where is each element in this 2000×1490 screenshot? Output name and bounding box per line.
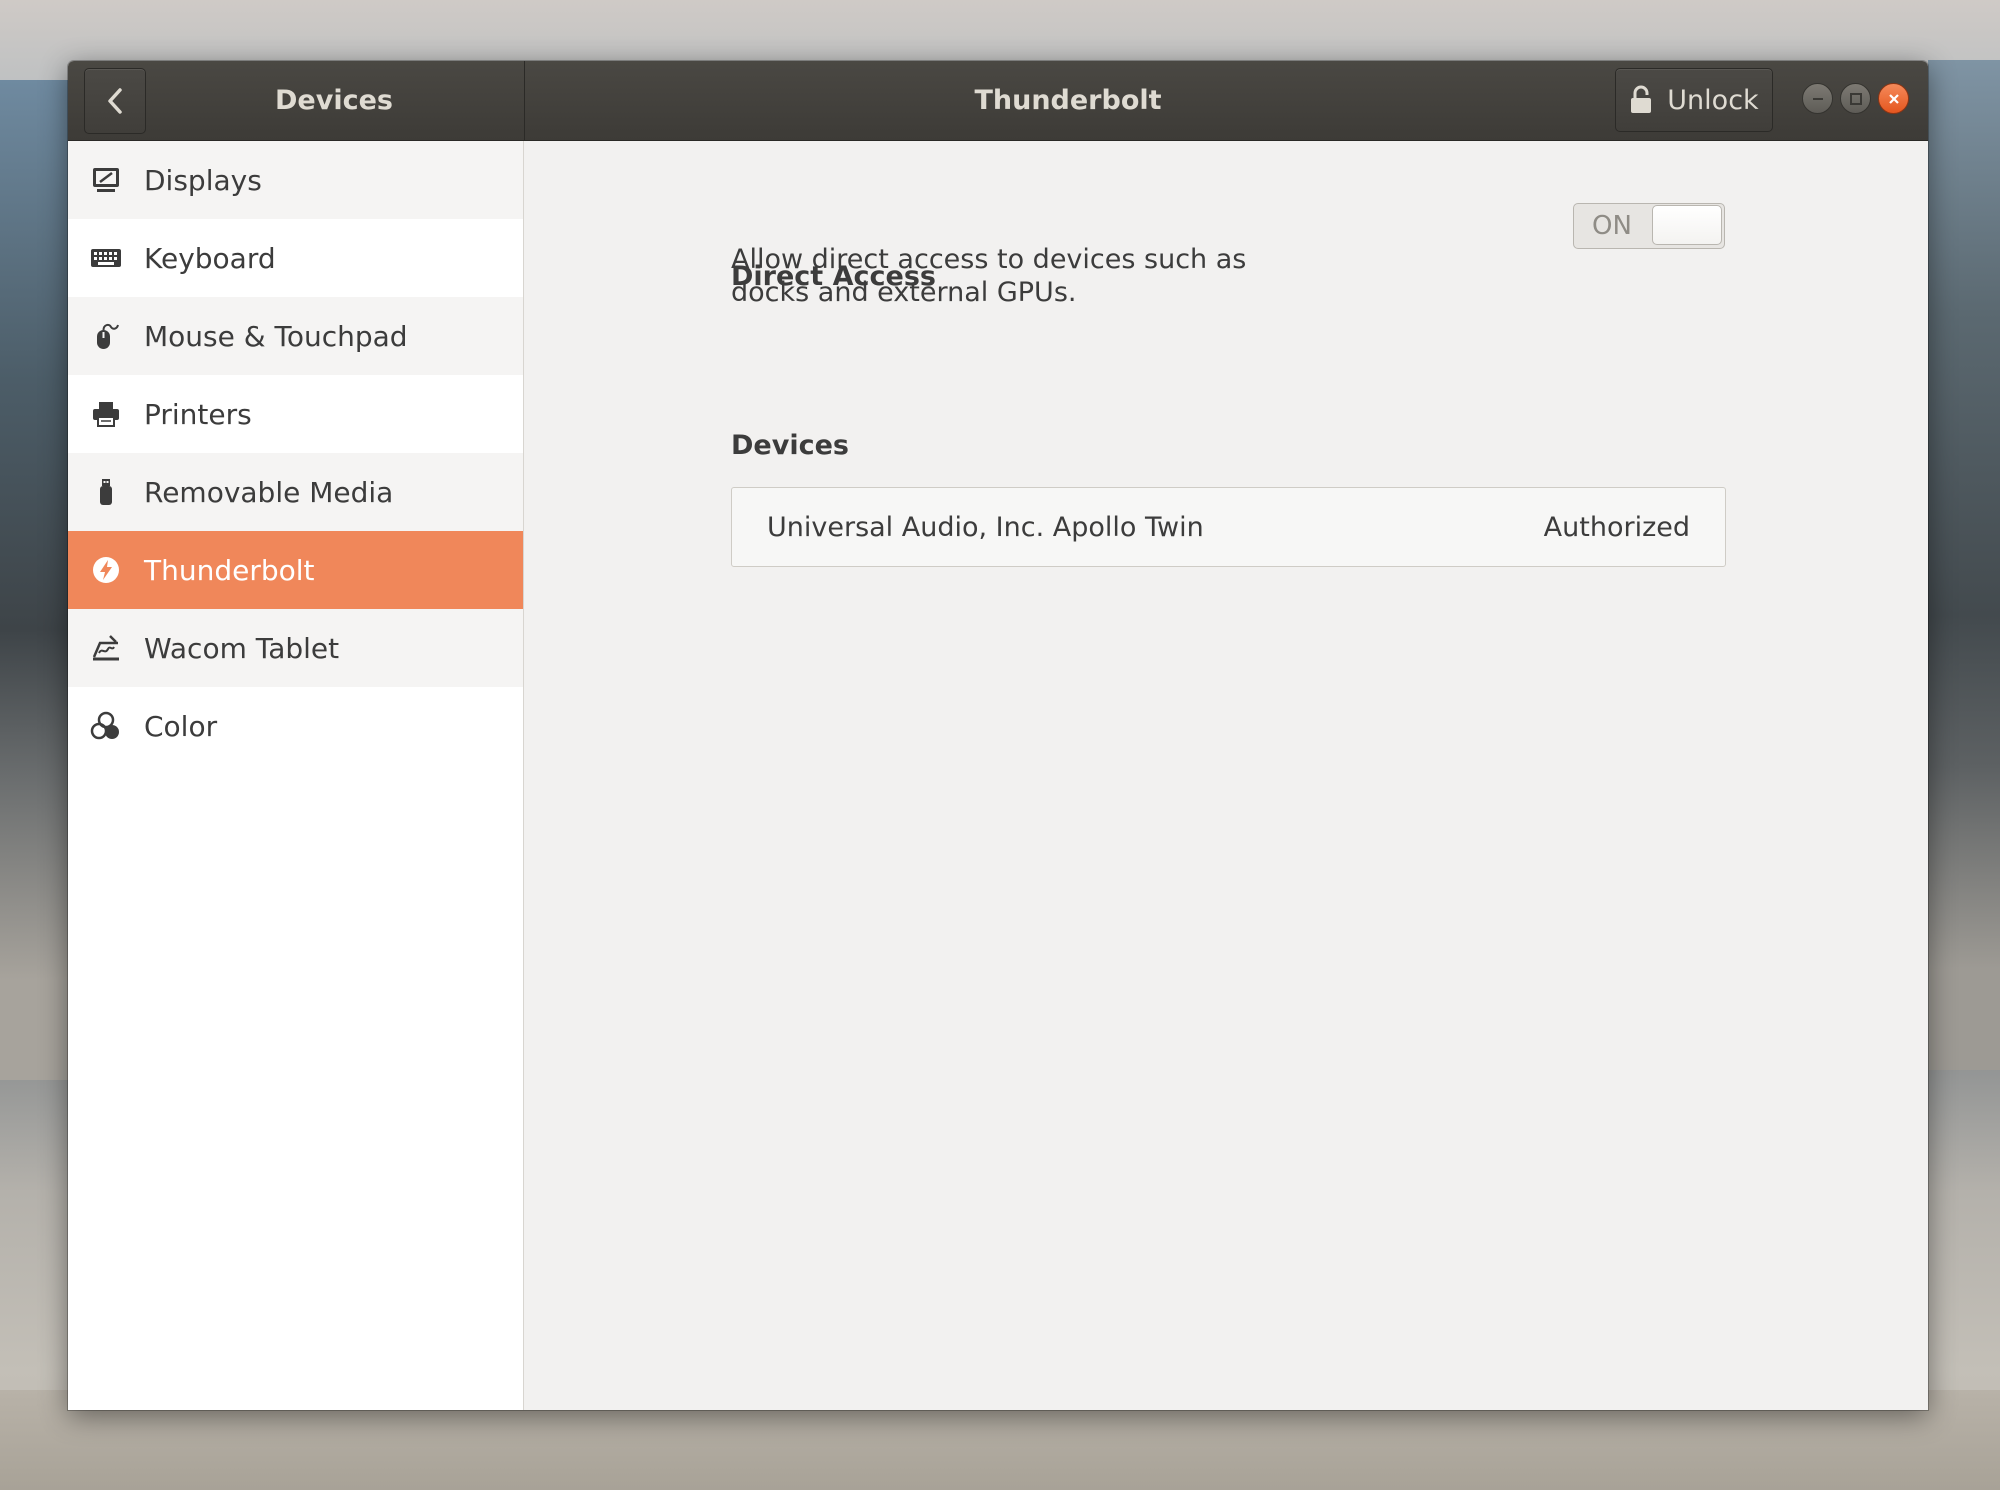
sidebar-item-label: Wacom Tablet [144, 631, 340, 665]
mouse-icon [90, 320, 122, 352]
panel-title: Devices [275, 85, 393, 116]
sidebar-item-label: Color [144, 709, 218, 743]
lock-icon [1631, 85, 1652, 113]
keyboard-icon [90, 242, 122, 274]
sidebar-item-mouse-touchpad[interactable]: Mouse & Touchpad [68, 297, 523, 375]
titlebar: Devices Thunderbolt Unlock [68, 61, 1928, 141]
sidebar-item-printers[interactable]: Printers [68, 375, 523, 453]
minimize-icon [1812, 97, 1823, 100]
printer-icon [90, 398, 122, 430]
sidebar-item-keyboard[interactable]: Keyboard [68, 219, 523, 297]
sidebar-item-removable-media[interactable]: Removable Media [68, 453, 523, 531]
toggle-knob [1652, 205, 1722, 245]
sidebar: Displays Keyboard Mouse & Touchpad Print… [68, 141, 524, 1410]
back-button[interactable] [84, 68, 146, 134]
device-name: Universal Audio, Inc. Apollo Twin [767, 511, 1204, 543]
usb-drive-icon [90, 476, 122, 508]
titlebar-left-section: Devices [68, 61, 525, 140]
sidebar-item-label: Displays [144, 163, 262, 197]
close-icon [1888, 93, 1899, 104]
sidebar-item-wacom-tablet[interactable]: Wacom Tablet [68, 609, 523, 687]
color-icon [90, 710, 122, 742]
maximize-icon [1849, 92, 1862, 105]
main-content: Direct Access Allow direct access to dev… [524, 141, 1928, 1410]
window-controls [1802, 83, 1909, 114]
thunderbolt-icon [90, 554, 122, 586]
tablet-icon [90, 632, 122, 664]
list-item[interactable]: Universal Audio, Inc. Apollo Twin Author… [732, 488, 1725, 566]
sidebar-item-label: Thunderbolt [144, 553, 315, 587]
unlock-label: Unlock [1667, 84, 1759, 116]
sidebar-item-thunderbolt[interactable]: Thunderbolt [68, 531, 523, 609]
wallpaper-right [1928, 60, 2000, 1070]
unlock-button[interactable]: Unlock [1615, 68, 1773, 132]
direct-access-toggle[interactable]: ON [1573, 203, 1725, 249]
sidebar-item-color[interactable]: Color [68, 687, 523, 765]
sidebar-item-label: Printers [144, 397, 252, 431]
toggle-state-label: ON [1592, 211, 1632, 241]
settings-window: Devices Thunderbolt Unlock Displays Keyb… [68, 61, 1928, 1410]
wallpaper-left [0, 80, 70, 1080]
sidebar-item-label: Mouse & Touchpad [144, 319, 408, 353]
device-status: Authorized [1543, 511, 1690, 543]
page-title: Thunderbolt [974, 85, 1162, 116]
maximize-button[interactable] [1840, 83, 1871, 114]
sidebar-item-displays[interactable]: Displays [68, 141, 523, 219]
devices-heading: Devices [731, 430, 849, 461]
direct-access-description: Allow direct access to devices such as d… [731, 244, 1247, 308]
sidebar-item-label: Keyboard [144, 241, 276, 275]
sidebar-item-label: Removable Media [144, 475, 394, 509]
display-icon [90, 164, 122, 196]
chevron-left-icon [108, 88, 122, 114]
device-list: Universal Audio, Inc. Apollo Twin Author… [731, 487, 1726, 567]
minimize-button[interactable] [1802, 83, 1833, 114]
close-button[interactable] [1878, 83, 1909, 114]
